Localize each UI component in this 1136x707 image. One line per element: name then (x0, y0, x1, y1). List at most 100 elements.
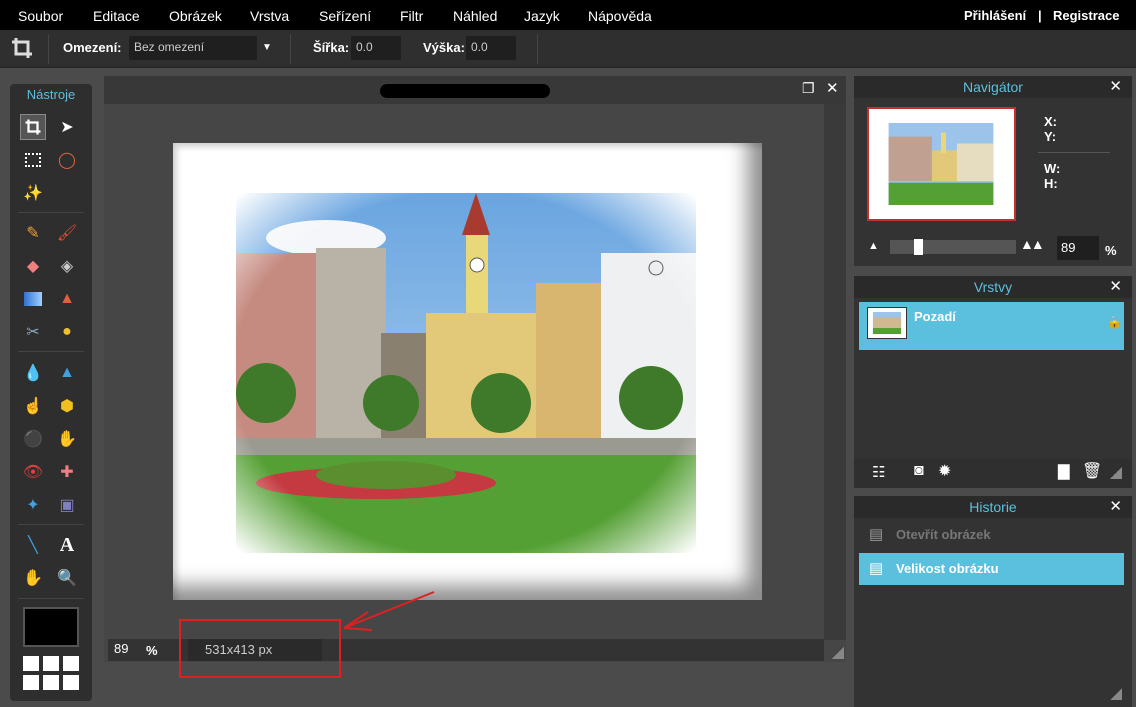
burn-tool-icon[interactable]: ✋ (54, 426, 80, 452)
layers-title: Vrstvy (854, 276, 1132, 298)
width-label: Šířka: (313, 40, 350, 55)
redeye-tool-icon[interactable]: 👁 (20, 459, 46, 485)
lock-icon: 🔒 (1107, 315, 1122, 329)
navigator-panel: Navigátor ✕ X: Y: W: H: ▲ ▲▲ 89 % (854, 76, 1132, 266)
navigator-close-icon[interactable]: ✕ (1109, 77, 1122, 95)
menu-help[interactable]: Nápověda (588, 0, 652, 30)
navigator-zoom-unit: % (1105, 243, 1117, 258)
color-picker-icon[interactable]: ╲ (20, 532, 46, 558)
layers-panel: Vrstvy ✕ Pozadí 🔒 ☷ ◙ ✹ ▇ 🗑 (854, 276, 1132, 488)
layers-close-icon[interactable]: ✕ (1109, 277, 1122, 295)
document-image[interactable] (173, 143, 762, 600)
history-doc-icon: ▤ (869, 560, 884, 577)
magic-wand-icon[interactable]: ✨ (20, 180, 46, 206)
constraint-label: Omezení: (63, 40, 122, 55)
lasso-tool-icon[interactable]: ◯ (54, 147, 80, 173)
pencil-tool-icon[interactable]: ✎ (20, 220, 46, 246)
colorreplace-tool-icon[interactable]: ✂ (20, 319, 46, 345)
pinch-tool-icon[interactable]: ▣ (54, 492, 80, 518)
restore-icon[interactable]: ❐ (802, 80, 815, 97)
chevron-down-icon[interactable]: ▼ (262, 42, 272, 53)
layers-resize-icon[interactable] (1110, 467, 1122, 479)
register-link[interactable]: Registrace (1053, 0, 1119, 30)
annotation-arrow (343, 591, 435, 631)
hand-tool-icon[interactable]: ✋ (20, 565, 46, 591)
status-zoom-value[interactable]: 89 (114, 641, 128, 656)
history-item-active[interactable]: ▤ Velikost obrázku (859, 553, 1124, 585)
constraint-value: Bez omezení (134, 40, 205, 54)
width-input[interactable]: 0.0 (351, 36, 401, 60)
dodge-tool-icon[interactable]: ⚫ (20, 426, 46, 452)
navigator-thumbnail[interactable] (867, 107, 1016, 221)
layer-styles-icon[interactable]: ✹ (938, 461, 951, 481)
login-link[interactable]: Přihlášení (964, 0, 1026, 30)
zoom-slider-handle[interactable] (914, 239, 923, 255)
constraint-select[interactable]: Bez omezení (129, 36, 257, 60)
height-value: 0.0 (471, 40, 488, 54)
height-input[interactable]: 0.0 (466, 36, 516, 60)
status-zoom-unit: % (146, 643, 158, 658)
eraser-tool-icon[interactable]: ◆ (20, 253, 46, 279)
menu-layer[interactable]: Vrstva (250, 0, 289, 30)
brush-tool-icon[interactable]: 🖌 (54, 220, 80, 246)
tools-title: Nástroje (26, 87, 76, 102)
blur-tool-icon[interactable]: 💧 (20, 360, 46, 386)
crop-icon (10, 36, 34, 60)
vertical-scrollbar[interactable] (824, 104, 846, 640)
history-title: Historie (854, 496, 1132, 518)
new-layer-icon[interactable]: ▇ (1058, 462, 1070, 480)
history-item[interactable]: ▤ Otevřít obrázek (859, 522, 1124, 548)
resize-grip-icon[interactable] (832, 647, 844, 659)
gradient-tool-icon[interactable] (20, 286, 46, 312)
foreground-color-swatch[interactable] (23, 607, 79, 647)
sponge-tool-icon[interactable]: ⬢ (54, 393, 80, 419)
menu-image[interactable]: Obrázek (169, 0, 222, 30)
height-label: Výška: (423, 40, 465, 55)
spot-heal-tool-icon[interactable]: ✚ (54, 459, 80, 485)
zoom-in-icon[interactable]: ▲▲ (1020, 236, 1045, 252)
close-icon[interactable]: ✕ (826, 79, 839, 97)
history-doc-icon: ▤ (869, 526, 884, 543)
menu-adjust[interactable]: Seřízení (319, 0, 371, 30)
history-panel: Historie ✕ ▤ Otevřít obrázek ▤ Velikost … (854, 496, 1132, 707)
zoom-tool-icon[interactable]: 🔍 (54, 565, 80, 591)
layer-settings-icon[interactable]: ☷ (872, 463, 885, 481)
type-tool-icon[interactable]: A (54, 532, 80, 558)
history-item-label: Otevřít obrázek (896, 527, 991, 542)
smudge-tool-icon[interactable]: ☝ (20, 393, 46, 419)
menu-file[interactable]: Soubor (18, 0, 63, 30)
zoom-out-icon[interactable]: ▲ (868, 240, 879, 252)
delete-layer-icon[interactable]: 🗑 (1082, 461, 1102, 481)
navigator-zoom-input[interactable]: 89 (1057, 236, 1099, 260)
options-bar: Omezení: Bez omezení ▼ Šířka: 0.0 Výška:… (0, 30, 1136, 68)
layers-toolbar: ☷ ◙ ✹ ▇ 🗑 (854, 459, 1132, 488)
menu-bar: Soubor Editace Obrázek Vrstva Seřízení F… (0, 0, 1136, 30)
swatch-grid-icon[interactable] (23, 656, 79, 690)
move-tool-icon[interactable]: ➤ (54, 114, 80, 140)
nav-divider (1038, 152, 1110, 153)
stamp-tool-icon[interactable]: ▲ (54, 286, 80, 312)
menu-language[interactable]: Jazyk (524, 0, 560, 30)
nav-x-label: X: (1044, 114, 1057, 129)
annotation-box (179, 619, 341, 678)
shape-tool-icon[interactable]: ● (54, 319, 80, 345)
menu-filter[interactable]: Filtr (400, 0, 423, 30)
bloat-tool-icon[interactable]: ✦ (20, 492, 46, 518)
menu-edit[interactable]: Editace (93, 0, 140, 30)
layer-name[interactable]: Pozadí (914, 309, 956, 324)
thumbnail-photo (888, 123, 994, 205)
crop-tool-icon[interactable] (20, 114, 46, 140)
marquee-tool-icon[interactable] (20, 147, 46, 173)
history-resize-icon[interactable] (1110, 688, 1122, 700)
history-close-icon[interactable]: ✕ (1109, 497, 1122, 515)
zoom-slider[interactable] (890, 239, 1016, 255)
nav-h-label: H: (1044, 176, 1058, 191)
menu-view[interactable]: Náhled (453, 0, 497, 30)
width-value: 0.0 (356, 40, 373, 54)
layer-row[interactable]: Pozadí 🔒 (859, 302, 1124, 350)
sharpen-tool-icon[interactable]: ▲ (54, 360, 80, 386)
tools-panel: Nástroje ➤ ◯ ✨ ✎ 🖌 ◆ ◈ ▲ ✂ ● 💧 ▲ ☝ ⬢ ⚫ ✋… (10, 84, 92, 701)
layer-mask-icon[interactable]: ◙ (914, 462, 924, 480)
town-photo (236, 193, 696, 553)
bucket-tool-icon[interactable]: ◈ (54, 253, 80, 279)
